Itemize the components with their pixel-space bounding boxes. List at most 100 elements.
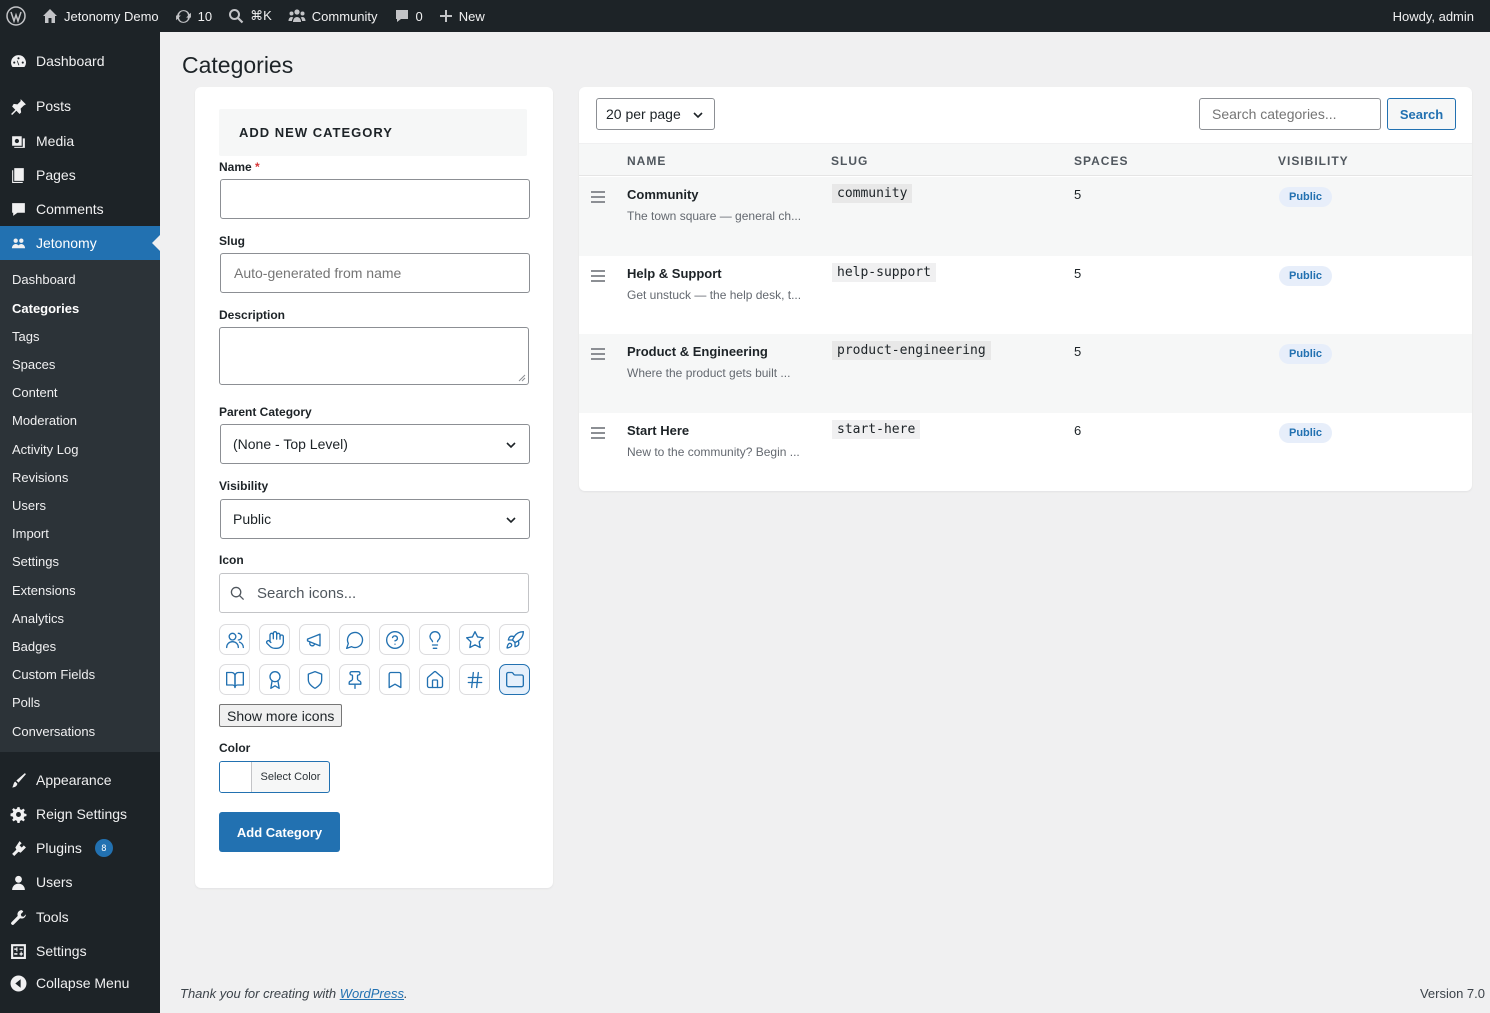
column-header-visibility[interactable]: VISIBILITY: [1278, 154, 1349, 168]
submenu-item-custom-fields[interactable]: Custom Fields: [12, 665, 95, 685]
megaphone-icon[interactable]: [299, 624, 330, 655]
menu-tools[interactable]: Tools: [0, 900, 160, 934]
site-name-link[interactable]: Jetonomy Demo: [34, 0, 167, 32]
site-name: Jetonomy Demo: [64, 8, 159, 24]
submenu-item-tags[interactable]: Tags: [12, 327, 39, 347]
users-icon[interactable]: [219, 624, 250, 655]
submenu-item-dashboard[interactable]: Dashboard: [12, 270, 76, 290]
category-name[interactable]: Help & Support: [627, 266, 722, 281]
table-row[interactable]: Community The town square — general ch..…: [579, 177, 1472, 256]
menu-media[interactable]: Media: [0, 124, 160, 158]
menu-label: Dashboard: [36, 53, 105, 69]
pin-icon[interactable]: [339, 664, 370, 695]
category-slug: product-engineering: [832, 341, 991, 360]
menu-comments[interactable]: Comments: [0, 192, 160, 226]
per-page-select[interactable]: 20 per page: [596, 98, 715, 130]
submenu-item-conversations[interactable]: Conversations: [12, 722, 95, 742]
color-picker-button[interactable]: Select Color: [219, 761, 330, 793]
dashboard-icon: [10, 53, 27, 70]
add-category-card: ADD NEW CATEGORY Name * Slug Auto-genera…: [195, 87, 553, 888]
add-category-button[interactable]: Add Category: [219, 812, 340, 852]
column-header-name[interactable]: NAME: [627, 154, 666, 168]
table-row[interactable]: Product & Engineering Where the product …: [579, 334, 1472, 413]
drag-handle-icon[interactable]: [591, 270, 605, 285]
plugins-icon: [10, 840, 27, 857]
submenu-item-revisions[interactable]: Revisions: [12, 468, 68, 488]
column-header-spaces[interactable]: SPACES: [1074, 154, 1128, 168]
submenu-item-categories[interactable]: Categories: [12, 299, 79, 319]
updates-count: 10: [197, 8, 213, 24]
column-header-slug[interactable]: SLUG: [831, 154, 868, 168]
menu-pages[interactable]: Pages: [0, 158, 160, 192]
updates-link[interactable]: 10: [167, 0, 220, 32]
menu-reign-settings[interactable]: Reign Settings: [0, 797, 160, 831]
admin-bar: Jetonomy Demo 10 ⌘K Community 0 New Howd…: [0, 0, 1490, 32]
submenu-item-settings[interactable]: Settings: [12, 552, 59, 572]
parent-category-label: Parent Category: [219, 405, 312, 419]
table-row[interactable]: Help & Support Get unstuck — the help de…: [579, 256, 1472, 335]
category-name[interactable]: Start Here: [627, 423, 689, 438]
submenu-item-analytics[interactable]: Analytics: [12, 609, 64, 629]
submenu-item-import[interactable]: Import: [12, 524, 49, 544]
category-name[interactable]: Product & Engineering: [627, 344, 768, 359]
category-search-input[interactable]: Search categories...: [1199, 98, 1381, 130]
drag-handle-icon[interactable]: [591, 191, 605, 206]
category-name[interactable]: Community: [627, 187, 699, 202]
collapse-icon: [10, 975, 27, 992]
menu-users[interactable]: Users: [0, 865, 160, 899]
submenu-item-polls[interactable]: Polls: [12, 693, 40, 713]
lightbulb-icon[interactable]: [419, 624, 450, 655]
hash-icon[interactable]: [459, 664, 490, 695]
new-content-link[interactable]: New: [431, 0, 493, 32]
rocket-icon[interactable]: [499, 624, 530, 655]
wordpress-logo-icon[interactable]: [0, 0, 34, 32]
shield-icon[interactable]: [299, 664, 330, 695]
visibility-badge: Public: [1279, 187, 1333, 207]
comments-link[interactable]: 0: [386, 0, 431, 32]
menu-plugins[interactable]: Plugins 8: [0, 831, 160, 865]
book-icon[interactable]: [219, 664, 250, 695]
account-menu[interactable]: Howdy, admin: [1385, 0, 1490, 32]
description-textarea[interactable]: [219, 327, 529, 385]
form-header: ADD NEW CATEGORY: [219, 109, 527, 156]
visibility-select[interactable]: Public: [220, 499, 530, 539]
help-circle-icon[interactable]: [379, 624, 410, 655]
chat-bubble-icon[interactable]: [339, 624, 370, 655]
show-more-icons-button[interactable]: Show more icons: [219, 704, 343, 727]
name-input[interactable]: [220, 179, 530, 219]
award-icon[interactable]: [259, 664, 290, 695]
icon-search-input[interactable]: Search icons...: [219, 573, 529, 613]
menu-posts[interactable]: Posts: [0, 89, 160, 123]
table-row[interactable]: Start Here New to the community? Begin .…: [579, 413, 1472, 491]
menu-dashboard[interactable]: Dashboard: [0, 44, 160, 78]
search-button[interactable]: Search: [1387, 98, 1456, 130]
comments-count: 0: [415, 8, 423, 24]
submenu-item-extensions[interactable]: Extensions: [12, 581, 76, 601]
folder-icon[interactable]: [499, 664, 530, 695]
chevron-down-icon: [506, 517, 516, 524]
hand-icon[interactable]: [259, 624, 290, 655]
menu-settings[interactable]: Settings: [0, 934, 160, 968]
slug-input[interactable]: Auto-generated from name: [220, 253, 530, 293]
menu-collapse[interactable]: Collapse Menu: [0, 966, 160, 1000]
bookmark-icon[interactable]: [379, 664, 410, 695]
drag-handle-icon[interactable]: [591, 348, 605, 363]
search-link[interactable]: ⌘K: [220, 0, 280, 32]
submenu-item-badges[interactable]: Badges: [12, 637, 56, 657]
drag-handle-icon[interactable]: [591, 427, 605, 442]
pages-icon: [10, 167, 27, 184]
category-spaces-count: 5: [1074, 187, 1082, 202]
parent-category-select[interactable]: (None - Top Level): [220, 424, 530, 464]
menu-appearance[interactable]: Appearance: [0, 763, 160, 797]
star-icon[interactable]: [459, 624, 490, 655]
wordpress-link[interactable]: WordPress: [340, 986, 404, 1001]
menu-jetonomy[interactable]: Jetonomy: [0, 226, 160, 260]
submenu-item-content[interactable]: Content: [12, 383, 58, 403]
home-icon[interactable]: [419, 664, 450, 695]
community-link[interactable]: Community: [280, 0, 386, 32]
submenu-item-spaces[interactable]: Spaces: [12, 355, 55, 375]
submenu-item-moderation[interactable]: Moderation: [12, 411, 77, 431]
visibility-badge: Public: [1279, 423, 1333, 443]
submenu-item-users[interactable]: Users: [12, 496, 46, 516]
submenu-item-activity-log[interactable]: Activity Log: [12, 440, 78, 460]
